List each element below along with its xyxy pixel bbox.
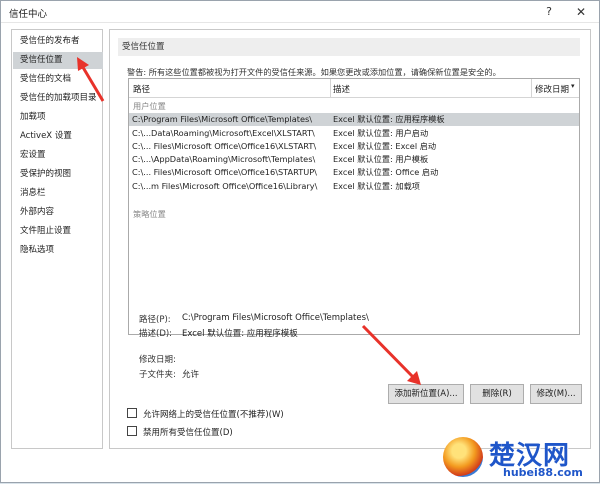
watermark-logo-icon <box>443 437 483 477</box>
sidebar-item-external-content[interactable]: 外部内容 <box>13 204 103 221</box>
row-path: C:\...m Files\Microsoft Office\Office16\… <box>132 181 318 191</box>
sidebar-item-macro-settings[interactable]: 宏设置 <box>13 147 103 164</box>
subfolders-label: 子文件夹: <box>139 370 176 380</box>
sidebar-item-message-bar[interactable]: 消息栏 <box>13 185 103 202</box>
sidebar-item-privacy-options[interactable]: 隐私选项 <box>13 242 103 259</box>
description-value: Excel 默认位置: 应用程序模板 <box>182 329 298 339</box>
sidebar-item-trusted-documents[interactable]: 受信任的文档 <box>13 71 103 88</box>
table-row[interactable]: C:\... Files\Microsoft Office\Office16\S… <box>129 166 579 179</box>
row-description: Excel 默认位置: Excel 启动 <box>333 141 437 151</box>
table-row[interactable]: C:\...\AppData\Roaming\Microsoft\Templat… <box>129 153 579 166</box>
trusted-locations-table: 路径 描述 修改日期 ▾ 用户位置 C:\Program Files\Micro… <box>128 78 580 335</box>
column-header-path[interactable]: 路径 <box>133 83 150 95</box>
sidebar-item-protected-view[interactable]: 受保护的视图 <box>13 166 103 183</box>
sidebar-item-trusted-addin-catalogs[interactable]: 受信任的加载项目录 <box>13 90 103 107</box>
window-title: 信任中心 <box>9 9 48 20</box>
table-row[interactable]: C:\...m Files\Microsoft Office\Office16\… <box>129 180 579 193</box>
column-header-description[interactable]: 描述 <box>333 83 350 95</box>
path-label: 路径(P): <box>139 315 171 325</box>
warning-text: 警告: 所有这些位置都被视为打开文件的受信任来源。如果您更改或添加位置，请确保新… <box>127 67 501 77</box>
table-row[interactable]: C:\...Data\Roaming\Microsoft\Excel\XLSTA… <box>129 127 579 140</box>
group-label-policy-locations: 策略位置 <box>133 209 166 219</box>
title-bar: 信任中心 ? ✕ <box>1 1 599 23</box>
path-value: C:\Program Files\Microsoft Office\Templa… <box>182 313 369 323</box>
table-header: 路径 描述 修改日期 ▾ <box>129 79 579 98</box>
row-description: Excel 默认位置: 应用程序模板 <box>333 114 445 124</box>
row-path: C:\Program Files\Microsoft Office\Templa… <box>132 114 313 124</box>
sidebar-item-file-block-settings[interactable]: 文件阻止设置 <box>13 223 103 240</box>
remove-button[interactable]: 删除(R) <box>470 384 524 404</box>
sort-down-icon[interactable]: ▾ <box>571 82 575 90</box>
watermark: 楚汉网 hubei88.com <box>441 433 600 484</box>
disable-all-locations-label: 禁用所有受信任位置(D) <box>143 428 233 438</box>
add-new-location-button[interactable]: 添加新位置(A)... <box>388 384 464 404</box>
modified-date-label: 修改日期: <box>139 355 176 365</box>
row-description: Excel 默认位置: 用户模板 <box>333 154 429 164</box>
allow-network-locations-label: 允许网络上的受信任位置(不推荐)(W) <box>143 410 284 420</box>
table-row[interactable]: C:\Program Files\Microsoft Office\Templa… <box>129 113 579 126</box>
row-path: C:\... Files\Microsoft Office\Office16\X… <box>132 141 317 151</box>
help-button[interactable]: ? <box>541 4 557 20</box>
column-header-modified-date[interactable]: 修改日期 <box>535 83 569 95</box>
disable-all-locations-checkbox[interactable] <box>127 426 137 436</box>
row-path: C:\...\AppData\Roaming\Microsoft\Templat… <box>132 154 316 164</box>
section-title: 受信任位置 <box>118 38 580 56</box>
sidebar-item-addins[interactable]: 加载项 <box>13 109 103 126</box>
watermark-text-en: hubei88.com <box>503 466 583 479</box>
sidebar-item-activex-settings[interactable]: ActiveX 设置 <box>13 128 103 145</box>
row-path: C:\... Files\Microsoft Office\Office16\S… <box>132 167 317 177</box>
trust-center-dialog: 信任中心 ? ✕ 受信任的发布者 受信任位置 受信任的文档 受信任的加载项目录 … <box>0 0 600 483</box>
column-divider <box>531 79 532 98</box>
close-button[interactable]: ✕ <box>573 4 589 20</box>
sidebar: 受信任的发布者 受信任位置 受信任的文档 受信任的加载项目录 加载项 Activ… <box>11 29 103 449</box>
column-divider <box>330 79 331 98</box>
sidebar-item-trusted-publishers[interactable]: 受信任的发布者 <box>13 33 103 50</box>
group-label-user-locations: 用户位置 <box>133 101 166 111</box>
row-description: Excel 默认位置: 用户启动 <box>333 128 429 138</box>
modify-button[interactable]: 修改(M)... <box>530 384 582 404</box>
trusted-locations-panel: 受信任位置 警告: 所有这些位置都被视为打开文件的受信任来源。如果您更改或添加位… <box>109 29 591 449</box>
row-description: Excel 默认位置: Office 启动 <box>333 167 439 177</box>
allow-network-locations-option[interactable]: 允许网络上的受信任位置(不推荐)(W) <box>127 408 284 420</box>
table-row[interactable]: C:\... Files\Microsoft Office\Office16\X… <box>129 140 579 153</box>
row-description: Excel 默认位置: 加载项 <box>333 181 420 191</box>
sidebar-item-trusted-locations[interactable]: 受信任位置 <box>13 52 103 69</box>
subfolders-value: 允许 <box>182 370 200 380</box>
allow-network-locations-checkbox[interactable] <box>127 408 137 418</box>
description-label: 描述(D): <box>139 329 173 339</box>
row-path: C:\...Data\Roaming\Microsoft\Excel\XLSTA… <box>132 128 315 138</box>
disable-all-locations-option[interactable]: 禁用所有受信任位置(D) <box>127 426 233 438</box>
